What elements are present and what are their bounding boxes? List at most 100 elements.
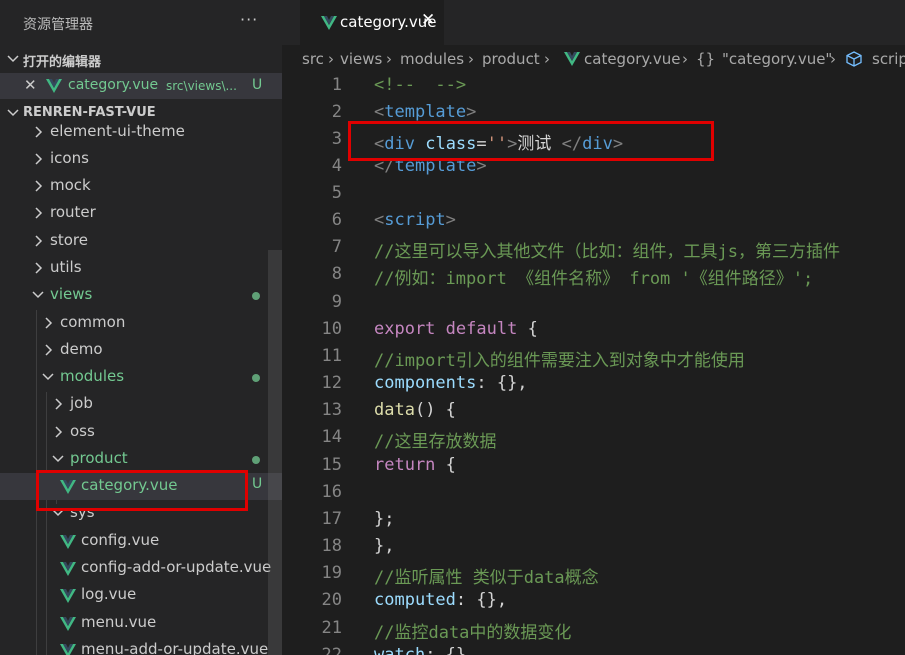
- tree-item-label: utils: [50, 258, 82, 276]
- tree-folder-views[interactable]: views: [0, 282, 282, 309]
- tree-folder-mock[interactable]: mock: [0, 173, 282, 200]
- tree-folder-icons[interactable]: icons: [0, 146, 282, 173]
- breadcrumb-views[interactable]: views: [340, 50, 382, 68]
- tree-folder-router[interactable]: router: [0, 200, 282, 227]
- close-tab-icon[interactable]: ✕: [421, 10, 435, 30]
- tree-folder-store[interactable]: store: [0, 228, 282, 255]
- chevron-down-icon: [42, 373, 54, 381]
- tree-folder-common[interactable]: common: [0, 310, 282, 337]
- tree-folder-demo[interactable]: demo: [0, 337, 282, 364]
- code-line: 13 data() {: [282, 397, 905, 424]
- close-icon[interactable]: ✕: [24, 76, 37, 94]
- chevron-right-icon: [55, 426, 63, 438]
- code-comment: <!-- -->: [374, 75, 467, 95]
- code-line: 22 watch: {},: [282, 642, 905, 655]
- breadcrumb: src › views › modules › product › catego…: [282, 45, 905, 73]
- line-number: 4: [331, 156, 342, 176]
- tree-item-label: menu.vue: [81, 613, 157, 631]
- editor-area: category.vue ✕ src › views › modules › p…: [282, 0, 905, 655]
- line-number: 7: [331, 237, 342, 257]
- open-editor-name: category.vue: [68, 77, 159, 93]
- breadcrumb-component[interactable]: "category.vue": [722, 50, 832, 68]
- tree-item-label: job: [70, 394, 93, 412]
- code-text: : {},: [455, 590, 508, 610]
- explorer-title: 资源管理器: [23, 17, 93, 33]
- tab-category-vue[interactable]: category.vue ✕: [300, 0, 444, 45]
- tree-folder-modules[interactable]: modules: [0, 364, 282, 391]
- code-keyword: export: [374, 319, 436, 339]
- line-number: 16: [321, 482, 342, 502]
- code-tag: template: [384, 102, 467, 122]
- vue-file-icon: [321, 16, 337, 30]
- cube-icon: [846, 51, 862, 67]
- line-number: 22: [321, 645, 342, 655]
- open-editors-label: 打开的编辑器: [23, 55, 102, 70]
- code-text: };: [374, 509, 395, 529]
- line-number: 1: [331, 75, 342, 95]
- code-property: watch: [374, 645, 426, 655]
- code-line: 17};: [282, 506, 905, 533]
- code-keyword: return: [374, 455, 436, 475]
- line-number: 13: [321, 400, 342, 420]
- breadcrumb-script[interactable]: script: [872, 50, 905, 68]
- vue-file-icon: [60, 617, 76, 631]
- tree-file-menu-vue[interactable]: menu.vue: [0, 610, 282, 637]
- chevron-right-icon: [35, 262, 43, 274]
- tree-folder-job[interactable]: job: [0, 391, 282, 418]
- tree-file-menu-add-or-update-vue[interactable]: menu-add-or-update.vue: [0, 637, 282, 655]
- tree-item-label: modules: [60, 367, 125, 385]
- line-number: 3: [331, 129, 342, 149]
- code-comment: //例如：import 《组件名称》 from '《组件路径》';: [374, 269, 814, 289]
- code-line: 14 //这里存放数据: [282, 424, 905, 452]
- modified-dot: [252, 374, 260, 382]
- tree-item-label: product: [70, 449, 128, 467]
- untracked-badge: U: [252, 476, 263, 492]
- project-label: RENREN-FAST-VUE: [23, 105, 156, 120]
- breadcrumb-file[interactable]: category.vue: [584, 50, 681, 68]
- code-text: },: [374, 536, 395, 556]
- breadcrumb-src[interactable]: src: [302, 50, 324, 68]
- line-number: 20: [321, 590, 342, 610]
- line-number: 21: [321, 618, 342, 638]
- code-line: 8 //例如：import 《组件名称》 from '《组件路径》';: [282, 261, 905, 289]
- line-number: 12: [321, 373, 342, 393]
- tree-folder-product[interactable]: product: [0, 446, 282, 473]
- chevron-right-icon: ›: [682, 50, 688, 68]
- breadcrumb-product[interactable]: product: [482, 50, 540, 68]
- code-line: 21 //监控data中的数据变化: [282, 615, 905, 643]
- open-editor-item[interactable]: ✕ category.vue src\views\... U: [0, 73, 282, 99]
- chevron-right-icon: [55, 398, 63, 410]
- tree-item-label: config.vue: [81, 531, 160, 549]
- vue-file-icon: [46, 79, 62, 93]
- tree-folder-element-ui-theme[interactable]: element-ui-theme: [0, 119, 282, 146]
- code-property: components: [374, 373, 477, 393]
- code-text: : {},: [476, 373, 528, 393]
- code-comment: //监控data中的数据变化: [374, 623, 572, 643]
- open-editors-section[interactable]: 打开的编辑器: [0, 47, 282, 73]
- sidebar-scrollbar[interactable]: [268, 250, 282, 655]
- code-line: 11 //import引入的组件需要注入到对象中才能使用: [282, 343, 905, 371]
- tree-item-label: mock: [50, 176, 91, 194]
- tree-item-label: menu-add-or-update.vue: [81, 640, 269, 655]
- chevron-right-icon: ›: [328, 50, 334, 68]
- code-line: 10 export default {: [321, 319, 538, 339]
- tree-file-log-vue[interactable]: log.vue: [0, 582, 282, 609]
- breadcrumb-modules[interactable]: modules: [400, 50, 464, 68]
- code-property: computed: [374, 590, 456, 610]
- code-line: 20 computed: {},: [282, 587, 905, 614]
- vue-file-icon: [564, 52, 580, 66]
- chevron-down-icon: [52, 455, 64, 463]
- tree-folder-utils[interactable]: utils: [0, 255, 282, 282]
- highlight-box-code: [348, 121, 714, 161]
- code-line: 18},: [282, 533, 905, 560]
- tab-bar: category.vue ✕: [282, 0, 905, 45]
- code-keyword: default: [445, 319, 518, 339]
- tree-file-config-vue[interactable]: config.vue: [0, 528, 282, 555]
- tree-folder-oss[interactable]: oss: [0, 419, 282, 446]
- line-number: 10: [321, 319, 342, 339]
- tree-file-config-add-or-update-vue[interactable]: config-add-or-update.vue: [0, 555, 282, 582]
- vue-file-icon: [60, 562, 76, 576]
- chevron-right-icon: [35, 235, 43, 247]
- code-line: 15 return {: [282, 452, 905, 479]
- more-actions-icon[interactable]: ···: [240, 10, 258, 29]
